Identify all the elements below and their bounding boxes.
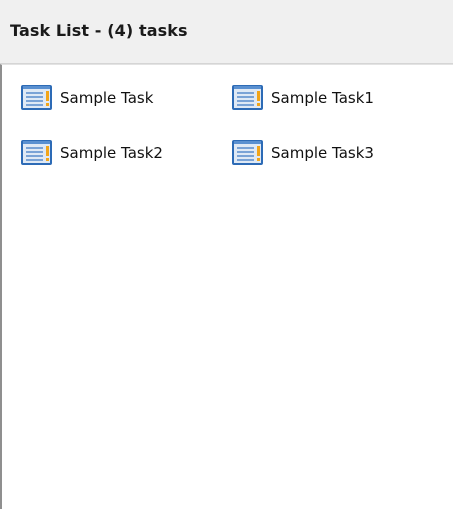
panel-header: Task List - (4) tasks — [0, 0, 453, 64]
task-icon — [231, 84, 265, 112]
task-label: Sample Task — [60, 89, 154, 107]
task-label: Sample Task2 — [60, 144, 163, 162]
task-label: Sample Task1 — [271, 89, 374, 107]
task-item[interactable]: Sample Task1 — [231, 83, 374, 113]
task-grid: Sample Task Sample Task1 Sample Task2 Sa… — [0, 64, 453, 509]
task-icon — [20, 84, 54, 112]
panel-title: Task List - (4) tasks — [10, 21, 188, 40]
task-label: Sample Task3 — [271, 144, 374, 162]
task-icon — [20, 139, 54, 167]
task-icon — [231, 139, 265, 167]
task-item[interactable]: Sample Task3 — [231, 138, 374, 168]
task-item[interactable]: Sample Task — [20, 83, 153, 113]
task-item[interactable]: Sample Task2 — [20, 138, 163, 168]
task-list-panel: Task List - (4) tasks Sample Task Sample… — [0, 0, 453, 509]
